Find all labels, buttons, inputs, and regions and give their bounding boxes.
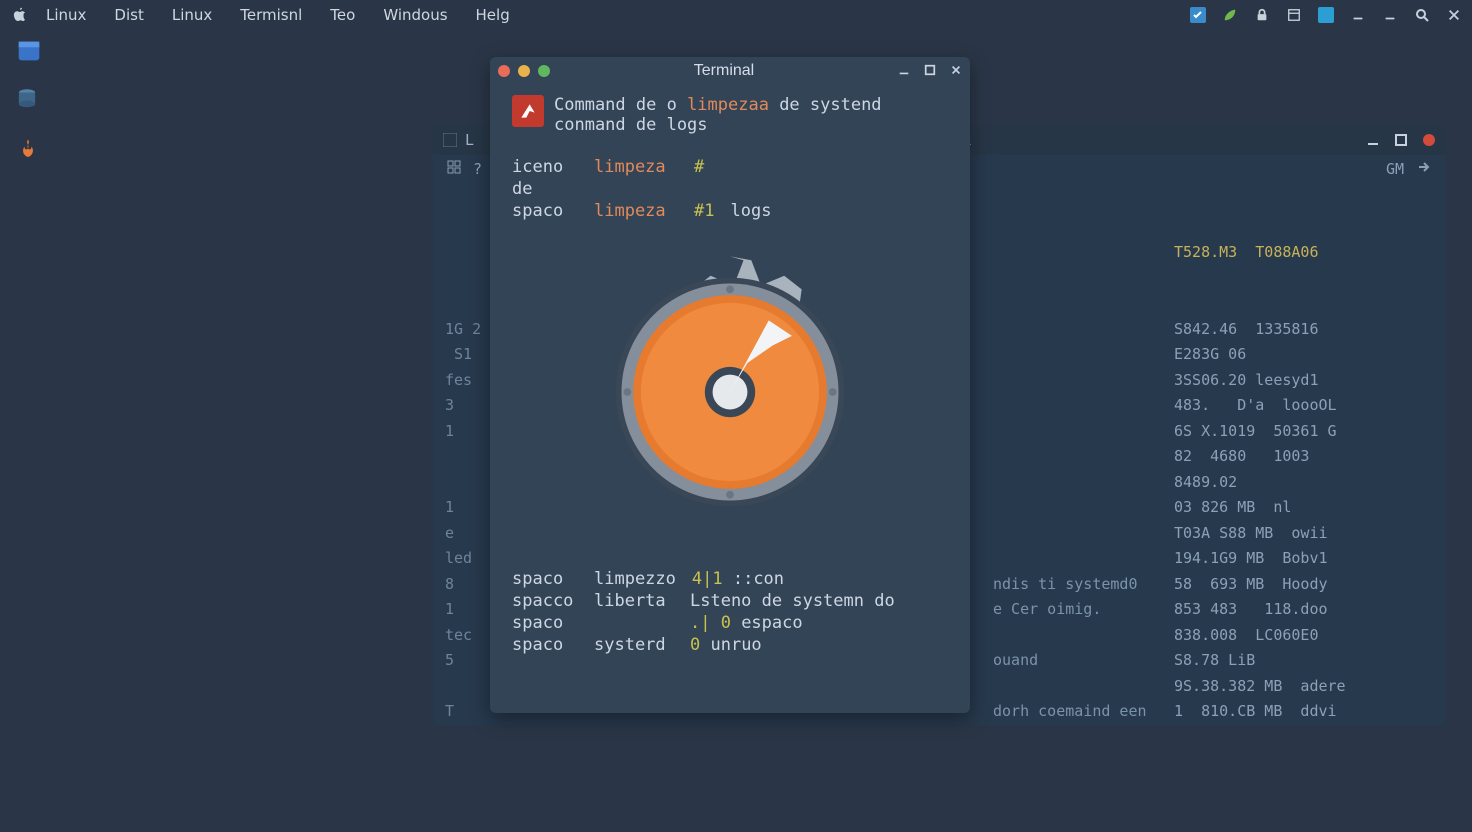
flame-icon[interactable]	[14, 136, 44, 166]
system-tray	[1190, 7, 1462, 23]
fg-bottom-row: spacosysterd0 unruo	[512, 635, 948, 655]
files-icon[interactable]	[14, 36, 44, 66]
fg-bottom-block: spacolimpezzo4|1 ::conspaccolibertaLsten…	[512, 569, 948, 655]
fg-bottom-row: spaco.| 0 espaco	[512, 613, 948, 633]
minimize-icon-2[interactable]	[1382, 7, 1398, 23]
bg-window-title: L	[465, 131, 474, 149]
tray-blue-icon[interactable]	[1318, 7, 1334, 23]
bg-close-button[interactable]	[1422, 133, 1436, 147]
close-icon[interactable]	[1446, 7, 1462, 23]
fg-close-button[interactable]	[950, 61, 962, 81]
leaf-icon[interactable]	[1222, 7, 1238, 23]
menu-terminal[interactable]: Termisnl	[240, 6, 302, 24]
menu-help[interactable]: Helg	[476, 6, 510, 24]
minimize-icon[interactable]	[1350, 7, 1366, 23]
menu-linux-2[interactable]: Linux	[172, 6, 212, 24]
tray-app-icon[interactable]	[1190, 7, 1206, 23]
traffic-close-icon[interactable]	[498, 65, 510, 77]
menu-linux[interactable]: Linux	[46, 6, 86, 24]
fg-header-line2: conmand de logs	[554, 115, 882, 135]
fg-maximize-button[interactable]	[924, 61, 936, 81]
menu-teo[interactable]: Teo	[330, 6, 355, 24]
fg-cmd-row: spacolimpeza#1logs	[512, 201, 948, 221]
bg-minimize-button[interactable]	[1366, 133, 1380, 147]
traffic-minimize-icon[interactable]	[518, 65, 530, 77]
window-icon[interactable]	[1286, 7, 1302, 23]
traffic-zoom-icon[interactable]	[538, 65, 550, 77]
bg-row: In1S02A678 MN dd	[445, 725, 1434, 726]
fg-window-title: Terminal	[550, 62, 898, 80]
bg-yellow-header: T528.M3 T088A06	[1174, 240, 1434, 266]
fg-cmd-row: de	[512, 179, 948, 199]
search-icon[interactable]	[1414, 7, 1430, 23]
apple-icon	[10, 6, 28, 24]
bg-tool-label: GM	[1386, 160, 1404, 178]
foreground-terminal-window: Terminal Command de o limpezaa de systen…	[490, 57, 970, 713]
bg-tool-icon[interactable]	[447, 160, 461, 178]
fg-bottom-row: spacolimpezzo4|1 ::con	[512, 569, 948, 589]
traffic-lights	[498, 65, 550, 77]
fg-minimize-button[interactable]	[898, 61, 910, 81]
fg-command-block: icenolimpeza#despacolimpeza#1logs	[512, 157, 948, 221]
lock-icon[interactable]	[1254, 7, 1270, 23]
fg-titlebar[interactable]: Terminal	[490, 57, 970, 85]
fg-cmd-row: icenolimpeza#	[512, 157, 948, 177]
fg-body: Command de o limpezaa de systend conmand…	[490, 85, 970, 675]
bg-tool-help-icon[interactable]: ?	[473, 160, 482, 178]
menu-windows[interactable]: Windous	[383, 6, 447, 24]
bg-maximize-button[interactable]	[1394, 133, 1408, 147]
bg-title-icon	[443, 133, 457, 147]
disk-icon[interactable]	[14, 86, 44, 116]
left-dock	[14, 36, 44, 166]
fg-header-line1: Command de o limpezaa de systend	[554, 95, 882, 115]
bg-tool-arrow-icon[interactable]	[1416, 159, 1432, 179]
menu-dist[interactable]: Dist	[114, 6, 143, 24]
fg-bottom-row: spaccolibertaLsteno de systemn do	[512, 591, 948, 611]
gauge-graphic	[512, 237, 948, 547]
top-menubar: Linux Dist Linux Termisnl Teo Windous He…	[0, 0, 1472, 30]
fg-app-icon	[512, 95, 544, 127]
